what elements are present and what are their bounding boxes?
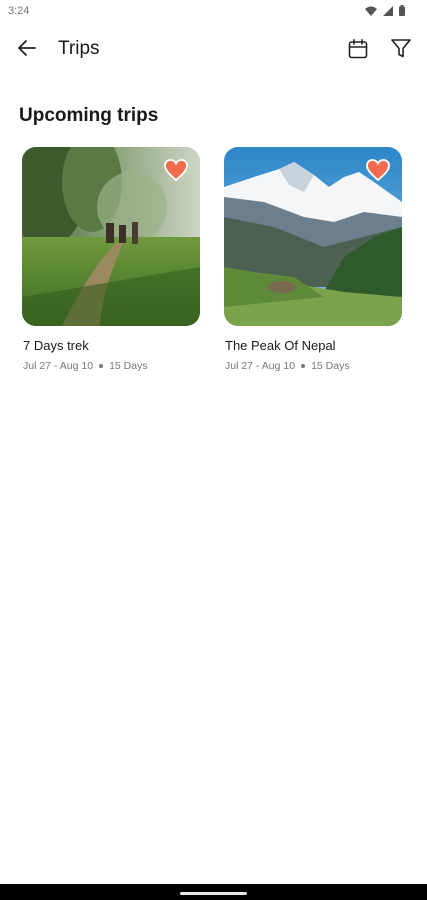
arrow-back-icon: [18, 39, 36, 61]
trip-image[interactable]: [22, 147, 200, 326]
trip-duration: 15 Days: [109, 360, 148, 372]
top-app-bar: Trips: [0, 28, 427, 72]
wifi-icon: [365, 6, 377, 16]
trips-screen: 3:24 Trips Upcoming trips 7 Days trek Ju…: [0, 0, 427, 900]
status-bar: 3:24: [0, 0, 427, 24]
battery-icon: [399, 5, 405, 16]
calendar-button[interactable]: [344, 37, 372, 65]
trip-dates: Jul 27 - Aug 10: [23, 360, 94, 372]
back-button[interactable]: [14, 37, 40, 63]
separator-dot: [301, 364, 306, 368]
signal-icon: [383, 5, 393, 16]
trip-duration: 15 Days: [311, 360, 350, 372]
page-title: Trips: [58, 38, 100, 59]
trip-meta: Jul 27 - Aug 10 15 Days: [225, 360, 350, 372]
trip-image[interactable]: [224, 147, 402, 326]
status-time: 3:24: [8, 5, 30, 17]
home-gesture-handle[interactable]: [180, 892, 247, 895]
status-icons: [365, 5, 405, 16]
filter-button[interactable]: [387, 37, 415, 65]
trip-card[interactable]: The Peak Of Nepal Jul 27 - Aug 10 15 Day…: [224, 147, 404, 372]
trip-meta: Jul 27 - Aug 10 15 Days: [23, 360, 148, 372]
calendar-icon: [348, 38, 368, 64]
system-nav-bar: [0, 884, 427, 900]
favorite-heart-icon[interactable]: [164, 159, 188, 182]
section-title: Upcoming trips: [19, 105, 159, 126]
trip-name: The Peak Of Nepal: [225, 338, 336, 353]
separator-dot: [99, 364, 104, 368]
trip-card[interactable]: 7 Days trek Jul 27 - Aug 10 15 Days: [22, 147, 202, 372]
trip-name: 7 Days trek: [23, 338, 89, 353]
trip-dates: Jul 27 - Aug 10: [225, 360, 296, 372]
filter-icon: [391, 39, 411, 63]
favorite-heart-icon[interactable]: [366, 159, 390, 182]
